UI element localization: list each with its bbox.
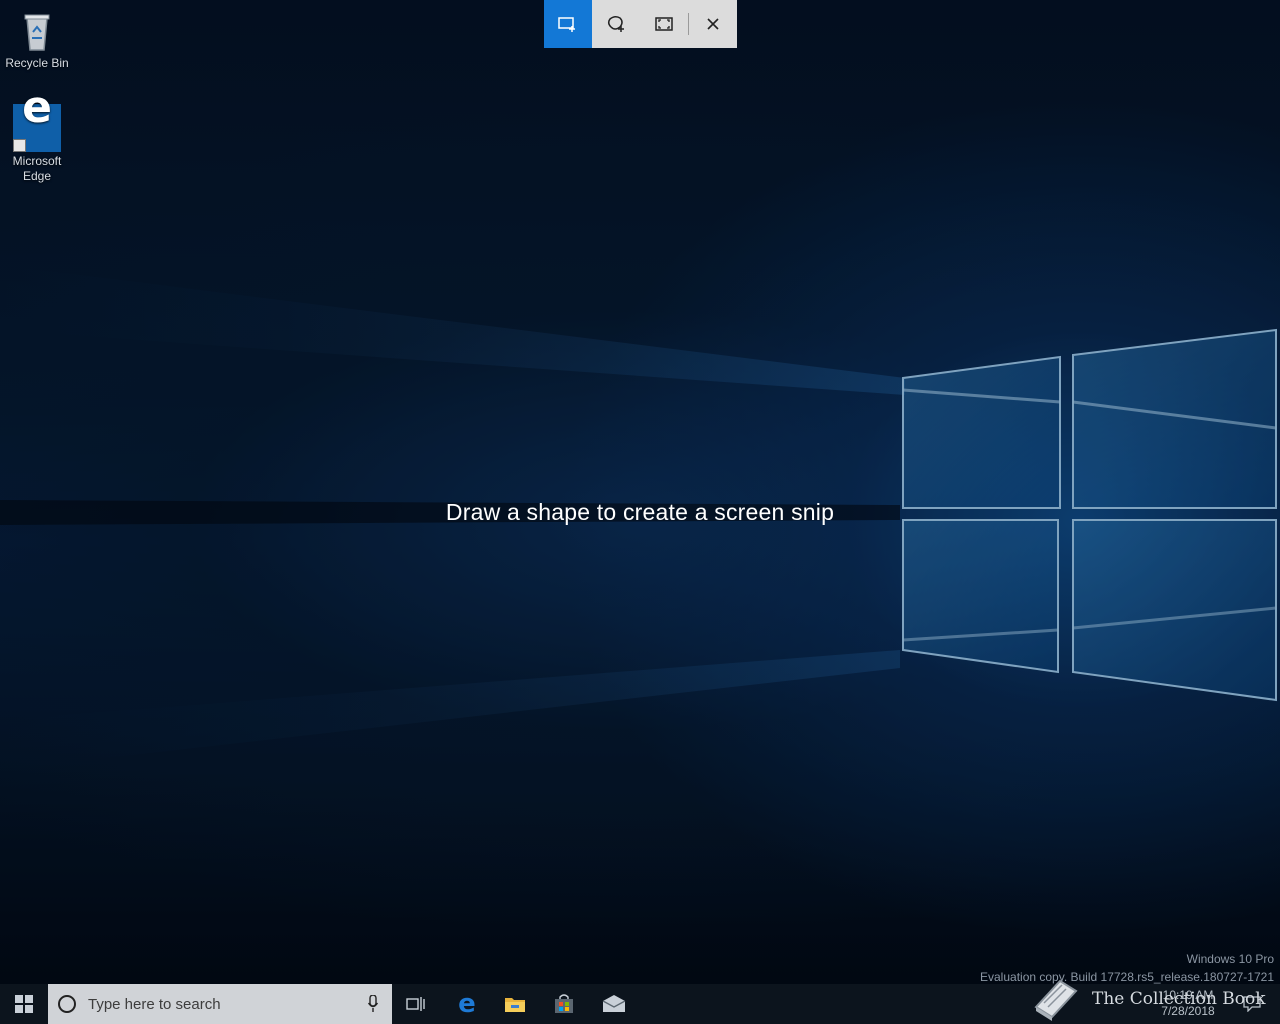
brand-text: The Collection Book — [1092, 989, 1266, 1009]
store-icon — [555, 994, 573, 1013]
start-button[interactable] — [0, 984, 48, 1024]
cortana-icon — [58, 995, 76, 1013]
taskbar-edge-button[interactable]: e — [443, 984, 491, 1024]
recycle-bin-icon — [13, 6, 61, 54]
rectangle-snip-icon — [558, 17, 575, 32]
taskbar-search-box[interactable] — [48, 984, 392, 1024]
close-icon — [707, 18, 719, 30]
windows-start-icon — [15, 995, 33, 1013]
desktop-icon-label: Microsoft — [12, 154, 62, 168]
desktop-icon-label: Recycle Bin — [5, 56, 69, 70]
close-snip-button[interactable] — [689, 0, 737, 48]
freeform-snip-button[interactable] — [592, 0, 640, 48]
book-icon — [1034, 979, 1078, 1021]
store-button[interactable] — [540, 984, 588, 1024]
search-input[interactable] — [88, 992, 358, 1016]
microphone-icon[interactable] — [368, 995, 378, 1013]
task-view-button[interactable] — [392, 984, 440, 1024]
shortcut-arrow-icon — [13, 139, 26, 152]
fullscreen-snip-icon — [655, 17, 673, 31]
fullscreen-snip-button[interactable] — [640, 0, 688, 48]
snip-instruction: Draw a shape to create a screen snip — [445, 499, 835, 525]
desktop-icon-label: Edge — [22, 169, 52, 183]
mail-icon — [602, 995, 626, 1012]
mail-button[interactable] — [590, 984, 638, 1024]
edge-icon: e — [458, 989, 476, 1019]
brand-overlay: The Collection Book — [1030, 975, 1266, 1023]
desktop-icon-recycle-bin[interactable]: Recycle Bin — [0, 6, 74, 71]
rectangular-snip-button[interactable] — [544, 0, 592, 48]
desktop-icon-microsoft-edge[interactable]: e Microsoft Edge — [0, 86, 74, 184]
file-explorer-button[interactable] — [491, 984, 539, 1024]
task-view-icon — [406, 997, 425, 1011]
edge-icon: e — [13, 86, 61, 152]
watermark-edition: Windows 10 Pro — [1186, 952, 1274, 966]
file-explorer-icon — [505, 998, 525, 1012]
freeform-snip-icon — [607, 15, 624, 32]
snip-toolbar — [544, 0, 737, 48]
